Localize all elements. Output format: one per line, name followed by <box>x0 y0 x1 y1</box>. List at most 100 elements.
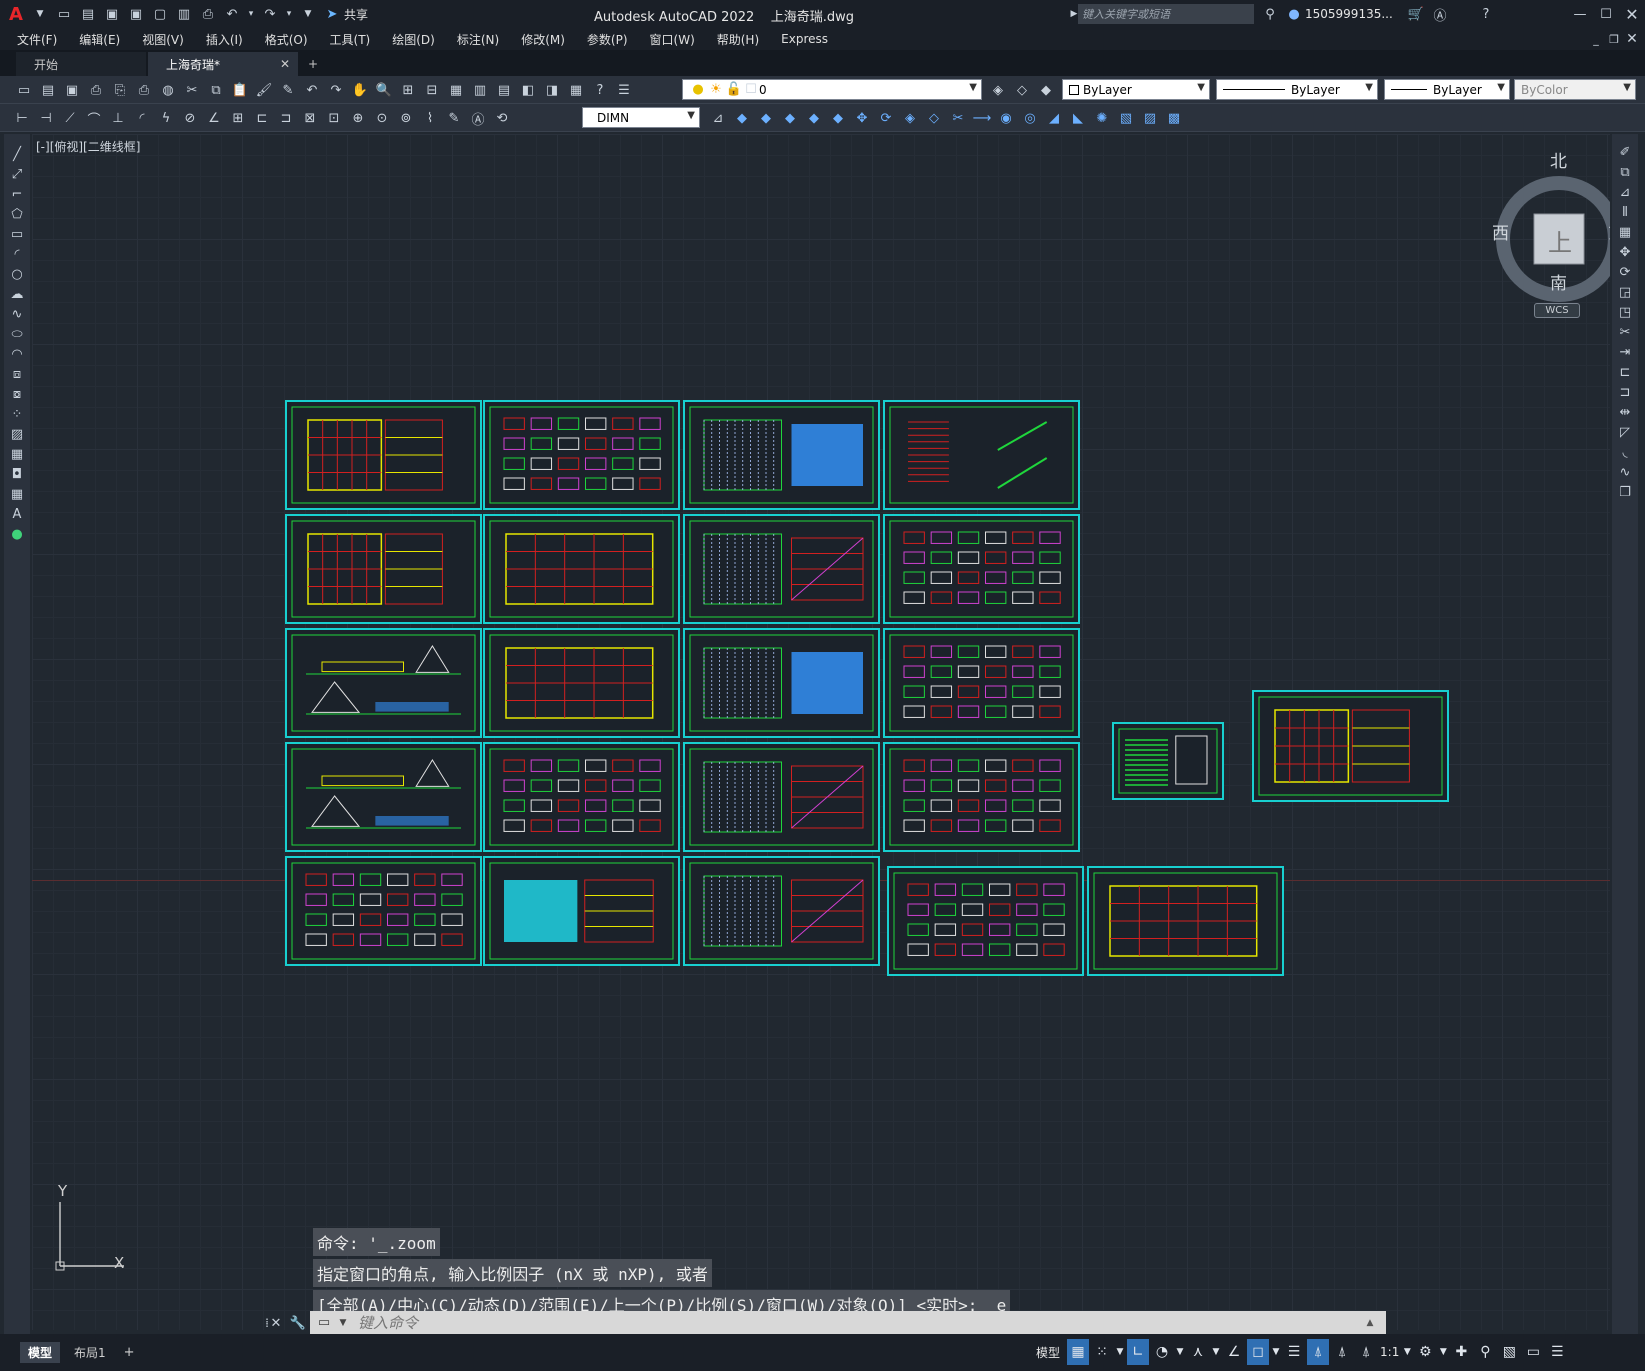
viewcube-north[interactable]: 北 <box>1550 147 1567 172</box>
new-file-icon[interactable]: ▭ <box>54 4 74 24</box>
add-layout-button[interactable]: + <box>118 1343 141 1362</box>
dim-baseline-icon[interactable]: ⊏ <box>252 108 272 128</box>
search-input[interactable]: 键入关键字或短语 <box>1078 4 1254 24</box>
sheet-set-icon[interactable]: ◧ <box>518 80 538 100</box>
snap-dropdown-icon[interactable]: ▼ <box>1115 1339 1125 1365</box>
layout-tab-layout1[interactable]: 布局1 <box>66 1342 114 1363</box>
open-file-icon[interactable]: ▤ <box>78 4 98 24</box>
open-icon[interactable]: ▤ <box>38 80 58 100</box>
center-mark-icon[interactable]: ⊙ <box>372 108 392 128</box>
menu-file[interactable]: 文件(F) <box>6 31 68 48</box>
menu-edit[interactable]: 编辑(E) <box>68 31 131 48</box>
pan-icon[interactable]: ✋ <box>350 80 370 100</box>
arc-icon[interactable]: ◜ <box>7 244 27 264</box>
web-mobile-icon[interactable]: ▢ <box>150 4 170 24</box>
erase-icon[interactable]: ◆ <box>732 108 752 128</box>
layer-match-icon[interactable]: ◆ <box>1036 80 1056 100</box>
doc-close-icon[interactable]: ✕ <box>1622 29 1642 49</box>
insert-block-icon[interactable]: ⧈ <box>7 364 27 384</box>
extend-side-icon[interactable]: ⇥ <box>1615 342 1635 362</box>
maximize-icon[interactable]: ☐ <box>1596 4 1616 24</box>
drawing-sheet[interactable] <box>483 400 680 510</box>
search-icon[interactable]: ⚲ <box>1260 4 1280 24</box>
command-input[interactable]: ▭ ▼ 键入命令 ▲ <box>310 1311 1386 1334</box>
menu-modify[interactable]: 修改(M) <box>510 31 576 48</box>
dim-continue-icon[interactable]: ⊐ <box>276 108 296 128</box>
mirror-icon[interactable]: ◆ <box>780 108 800 128</box>
color-dropdown[interactable]: ByLayer ▼ <box>1062 79 1210 100</box>
ellipse-arc-icon[interactable]: ◠ <box>7 344 27 364</box>
command-customize-icon[interactable]: 🔧 <box>288 1313 308 1333</box>
wcs-menu-button[interactable]: WCS <box>1534 303 1580 318</box>
drawing-sheet[interactable] <box>683 856 880 966</box>
explode-icon[interactable]: ✺ <box>1092 108 1112 128</box>
offset-side-icon[interactable]: ⫴ <box>1615 202 1635 222</box>
drawing-sheet[interactable] <box>285 400 482 510</box>
break-point-side-icon[interactable]: ⊏ <box>1615 362 1635 382</box>
gradient-icon[interactable]: ▦ <box>7 444 27 464</box>
drawing-sheet[interactable] <box>683 514 880 624</box>
erase-side-icon[interactable]: ✐ <box>1615 142 1635 162</box>
viewcube-east[interactable]: 东 <box>1608 219 1610 244</box>
publish-icon[interactable]: ▥ <box>174 4 194 24</box>
autodesk-a360-icon[interactable]: Ⓐ <box>1430 4 1450 24</box>
construction-line-icon[interactable]: ⤢ <box>7 164 27 184</box>
drawing-sheet[interactable] <box>483 742 680 852</box>
user-name[interactable]: 1505999135... <box>1305 7 1393 21</box>
undo-tool-icon[interactable]: ↶ <box>302 80 322 100</box>
point-icon[interactable]: ⁘ <box>7 404 27 424</box>
rectangle-icon[interactable]: ▭ <box>7 224 27 244</box>
object-snap-icon[interactable]: ◻ <box>1247 1339 1270 1365</box>
ortho-icon[interactable]: ∟ <box>1127 1339 1150 1365</box>
fillet-icon[interactable]: ◣ <box>1068 108 1088 128</box>
add-selected-icon[interactable]: ● <box>7 524 27 544</box>
table-icon[interactable]: ▦ <box>7 484 27 504</box>
linetype-dropdown[interactable]: ByLayer ▼ <box>1216 79 1378 100</box>
scale-side-icon[interactable]: ◲ <box>1615 282 1635 302</box>
layout-tab-model[interactable]: 模型 <box>20 1342 61 1363</box>
menu-view[interactable]: 视图(V) <box>131 31 195 48</box>
viewcube-south[interactable]: 南 <box>1550 269 1567 294</box>
3d-dwf-icon[interactable]: ◍ <box>158 80 178 100</box>
dim-jogged-icon[interactable]: ϟ <box>156 108 176 128</box>
scale-icon[interactable]: ◈ <box>900 108 920 128</box>
customize-status-icon[interactable]: ☰ <box>1546 1339 1568 1365</box>
menu-insert[interactable]: 插入(I) <box>195 31 254 48</box>
lineweight-dropdown[interactable]: ByLayer ▼ <box>1384 79 1510 100</box>
fillet-side-icon[interactable]: ◟ <box>1615 442 1635 462</box>
polar-icon[interactable]: ◔ <box>1151 1339 1173 1365</box>
drawing-sheet[interactable] <box>883 628 1080 738</box>
polyline-icon[interactable]: ⌐ <box>7 184 27 204</box>
stretch-icon[interactable]: ◇ <box>924 108 944 128</box>
customize-qat-icon[interactable]: ▼ <box>298 4 318 24</box>
inspect-icon[interactable]: ⊚ <box>396 108 416 128</box>
annotation-scale-value[interactable]: 1:1 <box>1380 1345 1399 1359</box>
dim-text-edit-icon[interactable]: Ⓐ <box>468 108 488 128</box>
command-close-icon[interactable]: ✕ <box>266 1313 286 1333</box>
redo-dropdown-icon[interactable]: ▾ <box>284 4 294 24</box>
drawing-sheet[interactable] <box>1252 690 1449 802</box>
annotation-scale-icon[interactable]: ⍋ <box>1355 1339 1377 1365</box>
plot-icon[interactable]: ⎙ <box>198 4 218 24</box>
zoom-window-icon[interactable]: ⊞ <box>398 80 418 100</box>
draworder-icon[interactable]: ▧ <box>1116 108 1136 128</box>
hatch-icon[interactable]: ▨ <box>7 424 27 444</box>
tab-drawing[interactable]: 上海奇瑞* ✕ <box>148 52 298 76</box>
lineweight-display-icon[interactable]: ☰ <box>1283 1339 1305 1365</box>
dim-diameter-icon[interactable]: ⊘ <box>180 108 200 128</box>
block-editor-icon[interactable]: ✎ <box>278 80 298 100</box>
drawing-canvas[interactable]: [-][俯视][二维线框] 北 南 西 东 上 WCS Y X <box>32 134 1610 1330</box>
drawing-sheet[interactable] <box>883 742 1080 852</box>
doc-restore-icon[interactable]: ❐ <box>1604 29 1624 49</box>
chamfer-icon[interactable]: ◢ <box>1044 108 1064 128</box>
command-expand-icon[interactable]: ▲ <box>1360 1313 1380 1333</box>
chamfer-side-icon[interactable]: ◸ <box>1615 422 1635 442</box>
spline-icon[interactable]: ∿ <box>7 304 27 324</box>
dim-ordinate-icon[interactable]: ⊥ <box>108 108 128 128</box>
dim-angular-icon[interactable]: ∠ <box>204 108 224 128</box>
move-side-icon[interactable]: ✥ <box>1615 242 1635 262</box>
dim-aligned-icon[interactable]: ⟋ <box>60 108 80 128</box>
line-icon[interactable]: ╱ <box>7 144 27 164</box>
object-snap-dropdown-icon[interactable]: ▼ <box>1271 1339 1281 1365</box>
dim-radius-icon[interactable]: ◜ <box>132 108 152 128</box>
